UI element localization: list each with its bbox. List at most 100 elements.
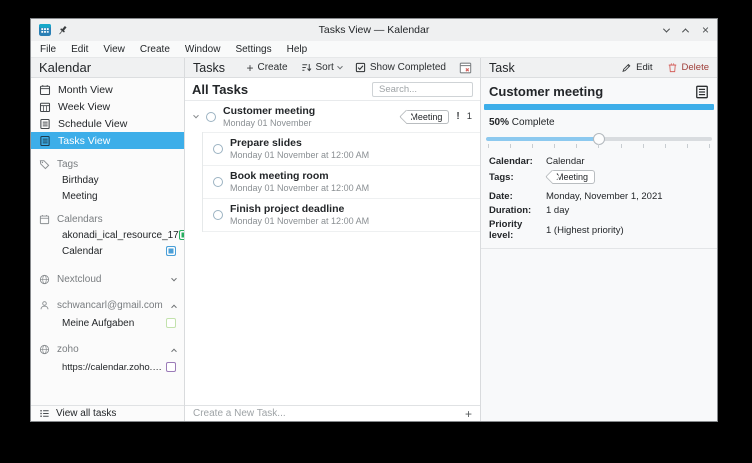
sidebar-account-zoho[interactable]: zoho — [31, 341, 184, 357]
delete-button[interactable]: Delete — [667, 62, 709, 73]
tasks-list-icon — [39, 135, 51, 147]
task-title: Customer meeting — [223, 105, 315, 117]
expander-chevron-down-icon[interactable] — [191, 115, 201, 119]
task-checkbox-circle[interactable] — [206, 112, 216, 122]
add-task-plus-icon[interactable]: + — [465, 409, 472, 419]
sidebar-item-week-view[interactable]: Week View — [31, 98, 184, 115]
minimize-icon[interactable] — [663, 25, 670, 32]
menu-help[interactable]: Help — [287, 44, 308, 55]
menu-window[interactable]: Window — [185, 44, 221, 55]
task-checkbox-circle[interactable] — [213, 210, 223, 220]
sidebar-item-label: Month View — [58, 84, 113, 96]
chevron-down-icon — [337, 63, 343, 69]
menu-view[interactable]: View — [103, 44, 125, 55]
sidebar: Kalendar Month View — [31, 58, 185, 421]
journal-icon — [695, 85, 709, 99]
task-date: Monday 01 November — [223, 118, 315, 128]
chevron-up-icon[interactable] — [172, 344, 176, 355]
progress-complete-text: Complete — [512, 117, 555, 128]
task-title: Finish project deadline — [230, 203, 369, 215]
field-label-calendar: Calendar: — [489, 156, 546, 167]
calendar-checkbox-purple[interactable] — [166, 362, 176, 372]
show-completed-label: Show Completed — [370, 62, 446, 73]
task-date: Monday 01 November at 12:00 AM — [230, 150, 369, 160]
chevron-down-icon[interactable] — [172, 274, 176, 285]
tag-badge-meeting[interactable]: Meeting — [552, 170, 595, 184]
detail-actions: Edit Delete — [621, 62, 709, 73]
task-row-book-meeting-room[interactable]: Book meeting room Monday 01 November at … — [203, 165, 480, 198]
task-list-header: All Tasks — [185, 78, 480, 101]
maximize-icon[interactable] — [682, 28, 689, 35]
trash-icon — [667, 62, 678, 73]
sidebar-item-label: Tasks View — [58, 135, 110, 147]
slider-fill — [486, 137, 599, 141]
plus-icon: + — [246, 63, 253, 73]
calendar-icon — [39, 84, 51, 96]
detail-panel-header: Task Edit — [481, 58, 717, 78]
window-title: Tasks View — Kalendar — [31, 24, 717, 36]
sidebar-item-month-view[interactable]: Month View — [31, 81, 184, 98]
tasks-panel-title: Tasks — [193, 61, 225, 75]
tag-badge-meeting[interactable]: Meeting — [406, 110, 449, 124]
task-row-finish-project-deadline[interactable]: Finish project deadline Monday 01 Novemb… — [203, 198, 480, 232]
create-new-task-row[interactable]: Create a New Task... + — [185, 405, 480, 421]
sidebar-item-schedule-view[interactable]: Schedule View — [31, 115, 184, 132]
task-row-customer-meeting[interactable]: Customer meeting Monday 01 November Meet… — [185, 101, 480, 132]
sidebar-calendar-calendar[interactable]: Calendar — [31, 243, 184, 259]
sidebar-calendar-zoho-url[interactable]: https://calendar.zoho.eu/caldav/b... — [31, 359, 184, 375]
delete-label: Delete — [682, 62, 709, 73]
sidebar-calendar-akonadi[interactable]: akonadi_ical_resource_17 — [31, 227, 184, 243]
menu-file[interactable]: File — [40, 44, 56, 55]
calendar-checkbox-lightgreen[interactable] — [166, 318, 176, 328]
edit-label: Edit — [636, 62, 652, 73]
field-label-date: Date: — [489, 191, 546, 202]
calendar-checkbox-blue[interactable] — [166, 246, 176, 256]
field-label-duration: Duration: — [489, 205, 546, 216]
subtask-group: Prepare slides Monday 01 November at 12:… — [202, 132, 480, 232]
sidebar-tag-birthday[interactable]: Birthday — [31, 172, 184, 188]
tasks-panel: Tasks + Create — [185, 58, 481, 421]
checkbox-checked-icon — [355, 62, 366, 73]
progress-label: 50% Complete — [481, 110, 717, 130]
edit-button[interactable]: Edit — [621, 62, 652, 73]
priority-exclaim-icon: ! — [456, 111, 459, 122]
search-input[interactable] — [372, 82, 473, 97]
calendar-label: akonadi_ical_resource_17 — [62, 230, 179, 241]
pin-icon[interactable] — [57, 25, 68, 36]
pencil-icon — [621, 62, 632, 73]
task-title: Prepare slides — [230, 137, 369, 149]
progress-slider[interactable] — [485, 132, 713, 148]
task-checkbox-circle[interactable] — [213, 144, 223, 154]
field-label-tags: Tags: — [489, 172, 546, 183]
menu-edit[interactable]: Edit — [71, 44, 88, 55]
tag-label: Meeting — [62, 191, 98, 202]
show-completed-button[interactable]: Show Completed — [355, 62, 446, 73]
sidebar-account-gmail[interactable]: schwancarl@gmail.com — [31, 297, 184, 313]
sidebar-calendar-meine-aufgaben[interactable]: Meine Aufgaben — [31, 315, 184, 331]
desktop-background: Tasks View — Kalendar × File Edit View C… — [0, 0, 752, 463]
sidebar-item-label: Schedule View — [58, 118, 127, 130]
task-checkbox-circle[interactable] — [213, 177, 223, 187]
detail-panel-title: Task — [489, 61, 515, 75]
menubar: File Edit View Create Window Settings He… — [31, 41, 717, 58]
menu-settings[interactable]: Settings — [235, 44, 271, 55]
calendar-checkbox-green[interactable] — [179, 230, 184, 240]
close-pane-button[interactable] — [459, 62, 472, 74]
menu-create[interactable]: Create — [140, 44, 170, 55]
task-row-prepare-slides[interactable]: Prepare slides Monday 01 November at 12:… — [203, 132, 480, 165]
view-all-tasks-button[interactable]: View all tasks — [31, 405, 184, 421]
sidebar-item-tasks-view[interactable]: Tasks View — [31, 132, 184, 149]
task-date: Monday 01 November at 12:00 AM — [230, 183, 369, 193]
sidebar-tag-meeting[interactable]: Meeting — [31, 188, 184, 204]
close-icon[interactable]: × — [702, 25, 709, 35]
sort-button[interactable]: Sort — [301, 62, 342, 73]
tasks-toolbar: + Create Sort — [246, 62, 472, 74]
chevron-up-icon[interactable] — [172, 300, 176, 311]
sidebar-section-tags[interactable]: Tags — [31, 156, 184, 172]
create-button[interactable]: + Create — [246, 62, 287, 73]
titlebar[interactable]: Tasks View — Kalendar × — [31, 19, 717, 41]
section-label: Tags — [57, 159, 78, 170]
sidebar-section-calendars[interactable]: Calendars — [31, 211, 184, 227]
task-list-title: All Tasks — [192, 82, 248, 97]
sidebar-account-nextcloud[interactable]: Nextcloud — [31, 271, 184, 287]
